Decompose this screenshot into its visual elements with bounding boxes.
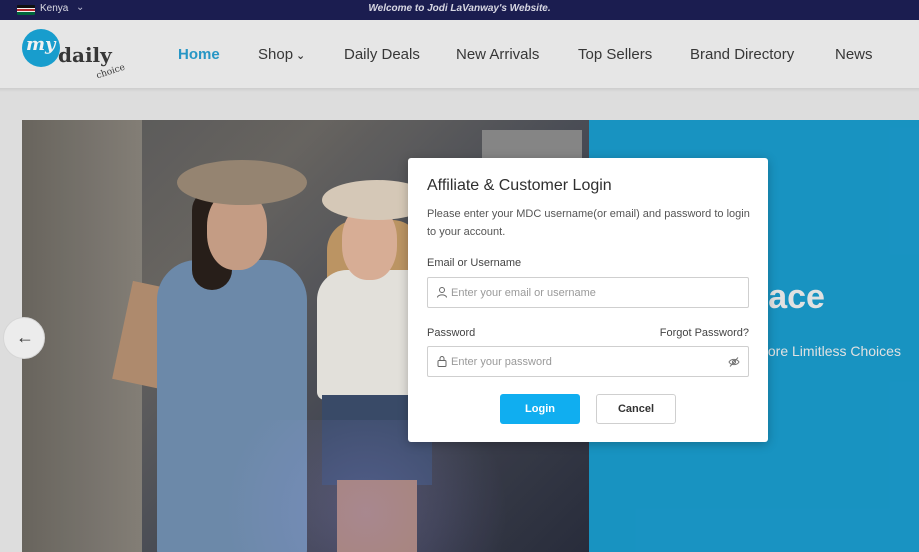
password-label: Password: [427, 327, 476, 339]
password-input[interactable]: [451, 352, 721, 372]
forgot-password-link[interactable]: Forgot Password?: [660, 327, 749, 339]
email-field[interactable]: [427, 277, 749, 308]
eye-slash-icon[interactable]: [728, 356, 740, 368]
password-field[interactable]: [427, 346, 749, 377]
slider-prev-button[interactable]: ←: [3, 317, 45, 359]
cancel-button[interactable]: Cancel: [596, 394, 676, 424]
email-label: Email or Username: [427, 257, 522, 269]
login-button[interactable]: Login: [500, 394, 580, 424]
login-modal: Affiliate & Customer Login Please enter …: [408, 158, 768, 442]
user-icon: [437, 287, 447, 298]
lock-icon: [437, 356, 447, 367]
modal-description: Please enter your MDC username(or email)…: [427, 208, 750, 238]
arrow-left-icon: ←: [16, 327, 34, 347]
email-input[interactable]: [451, 283, 721, 303]
modal-title: Affiliate & Customer Login: [427, 177, 612, 194]
